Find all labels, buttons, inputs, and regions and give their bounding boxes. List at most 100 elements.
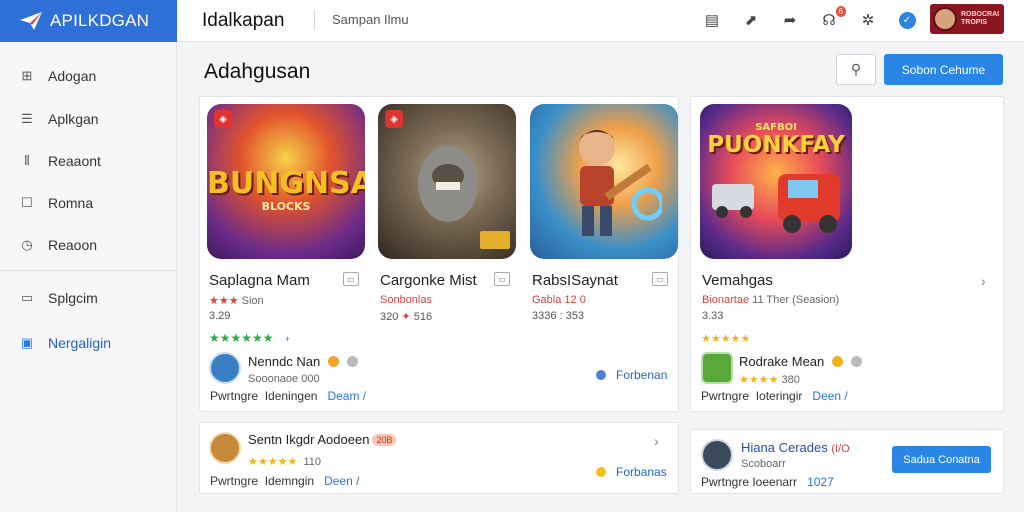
sidebar-item-label: Adogan [48, 68, 97, 84]
avatar [933, 7, 957, 31]
game-tile[interactable]: RabsISaynat ▭ Gabla 12 0 3336 : 353 [530, 104, 678, 322]
featured-card: SAFBOI PUONKFAY Vemahgas Bionartae 11 Th… [690, 96, 1004, 412]
card-footer: Pwrtngre Ideningen Deam / [210, 389, 367, 403]
game-rating: Gabla 12 0 [532, 294, 586, 306]
card-footer: Pwrtngre Ioeenarr 1027 [701, 475, 834, 489]
sidebar-item-nergaligin[interactable]: ▣ Nergaligin [19, 335, 111, 351]
sidebar-item-label: Splgcim [48, 290, 98, 306]
share-icon[interactable]: ⬈ [740, 9, 762, 31]
avatar[interactable] [209, 352, 241, 384]
game-title[interactable]: Cargonke Mist [380, 272, 477, 289]
follow-icon [596, 467, 606, 477]
sidebar-item-romna[interactable]: ☐ Romna [19, 195, 93, 211]
list-icon: ☰ [21, 111, 33, 126]
monster-art-icon [418, 146, 478, 222]
follow-link[interactable]: Forbanas [596, 465, 667, 479]
user-profile-chip[interactable]: ROBOCRAI TROPIS [930, 4, 1004, 34]
footer-link[interactable]: Deen / [324, 474, 359, 488]
game-price: 320 ✦ 516 [380, 311, 433, 323]
sidebar-item-reaoon[interactable]: ◷ Reaoon [19, 237, 97, 253]
follow-link[interactable]: Forbenan [596, 368, 667, 382]
app-title: Idalkapan [202, 10, 285, 31]
game-tile[interactable]: SAFBOI PUONKFAY Vemahgas Bionartae 11 Th… [700, 104, 852, 322]
game-price: 3.33 [702, 310, 724, 322]
header-actions: ▤ ⬈ ➦ ☊ 6 ✲ ✓ [684, 6, 918, 31]
user-name[interactable]: Sentn Ikgdr Aodoeen 20B [248, 432, 397, 447]
brand-name: APILKDGAN [50, 11, 150, 30]
user-meta: ★★★★★ 110 [248, 456, 321, 468]
plane-logo-icon [20, 12, 42, 30]
app-badge-icon: ◈ [214, 110, 232, 128]
pin-icon: ⚲ [850, 61, 862, 77]
game-thumbnail[interactable]: ◈ BUNGNSA BLOCKS [207, 104, 365, 259]
game-thumbnail[interactable]: ◈ [378, 104, 516, 259]
user-meta: Sooonaoe 000 [248, 373, 320, 385]
game-art-subtitle: BLOCKS [261, 200, 311, 213]
game-art-title: BUNGNSA [207, 166, 365, 201]
game-thumbnail[interactable]: SAFBOI PUONKFAY [700, 104, 852, 259]
user-meta: Scoboarr [741, 458, 786, 470]
avatar[interactable] [209, 432, 241, 464]
sidebar-item-label: Nergaligin [48, 335, 112, 351]
header-divider [314, 10, 315, 30]
chevron-right-icon[interactable]: › [654, 433, 659, 449]
game-title[interactable]: Vemahgas [702, 272, 773, 289]
gear-icon[interactable]: ✲ [857, 9, 879, 31]
game-thumbnail[interactable] [530, 104, 678, 259]
sidebar-item-splgcim[interactable]: ▭ Splgcim [19, 290, 98, 306]
sidebar-item-label: Reaaont [48, 153, 101, 169]
badge-icon [327, 356, 339, 367]
gamepad-icon[interactable]: ☊ 6 [818, 6, 846, 31]
status-badge: 20B [372, 434, 397, 446]
app-badge-icon: ◈ [385, 110, 403, 128]
forward-icon[interactable]: ➦ [779, 9, 801, 31]
game-price: 3.29 [209, 310, 231, 322]
game-rating: ★★★ Sion [209, 295, 264, 307]
page-title: Adahgusan [204, 60, 311, 83]
chevron-right-icon[interactable]: › [981, 273, 986, 289]
save-icon: ▣ [20, 335, 34, 350]
footer-link[interactable]: 1027 [807, 475, 834, 489]
card-footer: Pwrtngre Ioteringir Deen / [701, 389, 848, 403]
footer-link[interactable]: Deen / [812, 389, 847, 403]
contact-button[interactable]: Sadua Conatna [892, 446, 991, 473]
user-name[interactable]: Nenndc Nan [248, 354, 358, 369]
game-title[interactable]: Saplagna Mam [209, 272, 310, 289]
display-icon: ▭ [20, 290, 34, 305]
grid-icon: ⊞ [21, 68, 33, 83]
footer-link[interactable]: Deam / [327, 389, 366, 403]
avatar[interactable] [701, 352, 733, 384]
info-icon [346, 356, 358, 367]
brand[interactable]: APILKDGAN [0, 0, 177, 42]
verified-icon[interactable]: ✓ [896, 9, 918, 31]
sidebar-item-reaaont[interactable]: ⫴ Reaaont [19, 153, 101, 169]
game-tile[interactable]: ◈ BUNGNSA BLOCKS Saplagna Mam ▭ ★★★ Sion… [207, 104, 365, 322]
sidebar: ⊞ Adogan ☰ Aplkgan ⫴ Reaaont ☐ Romna ◷ R… [0, 42, 177, 512]
sidebar-item-label: Romna [48, 195, 94, 211]
games-card: ◈ BUNGNSA BLOCKS Saplagna Mam ▭ ★★★ Sion… [199, 96, 679, 412]
menu-icon[interactable]: ▭ [343, 272, 359, 286]
avatar[interactable] [701, 439, 733, 471]
sidebar-item-aplkgan[interactable]: ☰ Aplkgan [19, 111, 99, 127]
game-art-title: PUONKFAY [707, 132, 845, 158]
game-tile[interactable]: ◈ Cargonke Mist ▭ Sonbonlas 320 ✦ 516 [378, 104, 516, 323]
user-name[interactable]: Rodrake Mean [739, 354, 862, 369]
sidebar-item-label: Aplkgan [48, 111, 99, 127]
user-name[interactable]: Hiana Cerades (I/O [741, 440, 850, 455]
game-logo-icon [480, 231, 510, 249]
game-price: 3336 : 353 [532, 310, 584, 322]
menu-icon[interactable]: ▭ [494, 272, 510, 286]
rating-stars: ★★★★★★ + [209, 331, 291, 345]
game-title[interactable]: RabsISaynat [532, 272, 618, 289]
follow-icon [596, 370, 606, 380]
menu-icon[interactable]: ▭ [652, 272, 668, 286]
sidebar-item-adogan[interactable]: ⊞ Adogan [19, 68, 97, 84]
review-card: Sentn Ikgdr Aodoeen 20B ★★★★★ 110 › Forba… [199, 422, 679, 494]
primary-action-button[interactable]: Sobon Cehume [884, 54, 1003, 85]
game-rating: Bionartae 11 Ther (Seasion) [702, 294, 840, 306]
window-icon[interactable]: ▤ [701, 9, 723, 31]
game-rating: Sonbonlas [380, 294, 432, 306]
sidebar-item-label: Reaoon [48, 237, 98, 253]
sidebar-divider [0, 270, 176, 271]
pin-button[interactable]: ⚲ [836, 54, 876, 85]
